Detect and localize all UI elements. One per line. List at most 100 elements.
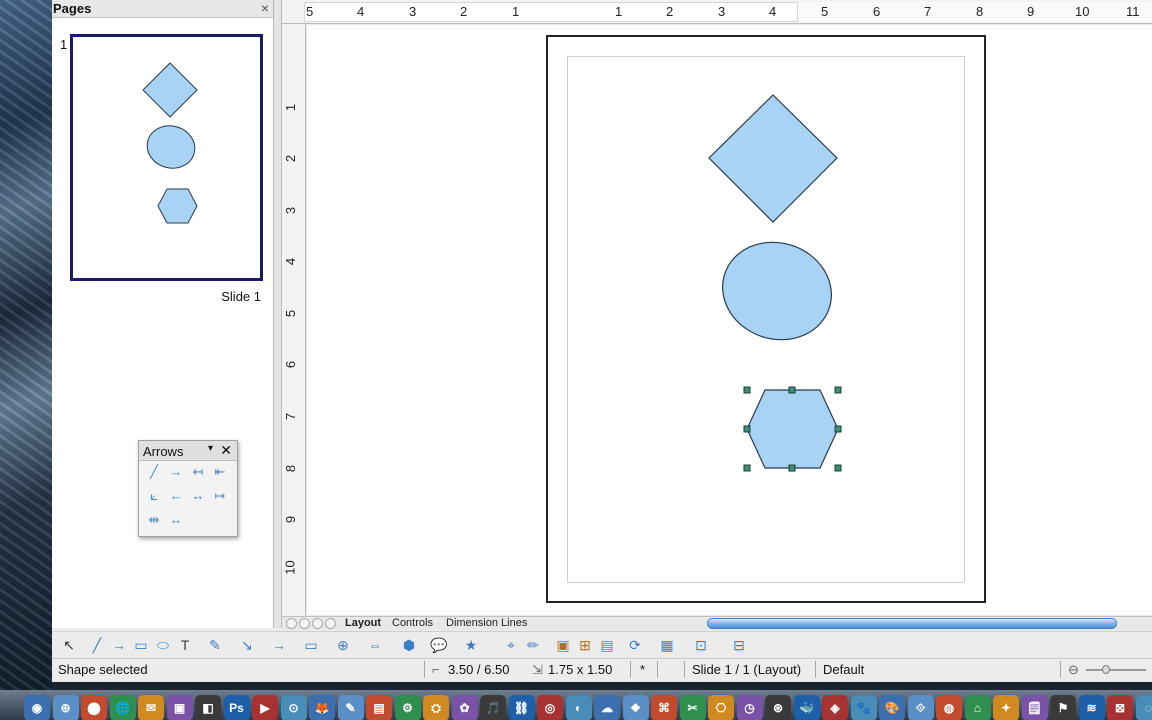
dock-app-icon[interactable]: ▣ (166, 695, 193, 720)
callouts-icon[interactable]: 💬 (430, 636, 448, 654)
dock-app-icon[interactable]: 🦊 (309, 695, 335, 720)
line-starts-arrow-icon[interactable]: ⇤ (210, 463, 230, 481)
points-icon[interactable]: ⌖ (502, 636, 520, 654)
resize-handle[interactable] (743, 425, 751, 433)
dock-app-icon[interactable]: ⬤ (81, 695, 107, 720)
chevron-down-icon[interactable]: ▾ (208, 443, 213, 454)
basic-shapes-icon[interactable]: ▭ (302, 636, 320, 654)
ellipse-icon[interactable]: ⬭ (154, 636, 172, 654)
zoom-slider[interactable] (1086, 669, 1146, 671)
stars-icon[interactable]: ★ (462, 636, 480, 654)
select-icon[interactable]: ↖ (60, 636, 78, 654)
dock-app-icon[interactable]: ◧ (195, 695, 221, 720)
zoom-slider-thumb[interactable] (1102, 665, 1110, 674)
dock-app-icon[interactable]: ❖ (622, 695, 649, 720)
line-ends-circle-icon[interactable]: ↦ (210, 487, 230, 505)
resize-handle[interactable] (834, 425, 842, 433)
status-modified[interactable]: * (640, 662, 645, 677)
dock-app-icon[interactable]: ✦ (993, 695, 1019, 720)
dock-app-icon[interactable]: ◐ (565, 695, 592, 720)
dock-app-icon[interactable]: ⌘ (651, 695, 677, 720)
arrow-line-icon[interactable]: → (110, 636, 128, 654)
dock-app-icon[interactable]: ◌ (1135, 695, 1152, 720)
slide-thumbnail[interactable] (70, 34, 263, 281)
resize-handle[interactable] (834, 464, 842, 472)
text-icon[interactable]: T (176, 636, 194, 654)
block-arrows-icon[interactable]: ⇔ (366, 636, 384, 654)
close-icon[interactable]: ✕ (220, 442, 232, 459)
arrows-toolbar-header[interactable]: Arrows ▾ ✕ (139, 441, 237, 461)
tab-controls[interactable]: Controls (392, 617, 433, 629)
tab-nav-last[interactable] (325, 618, 336, 629)
ellipse-shape[interactable] (710, 228, 844, 353)
dock-app-icon[interactable]: ◍ (936, 695, 962, 720)
dock-app-icon[interactable]: ≋ (1078, 695, 1105, 720)
panel-splitter[interactable] (274, 0, 282, 628)
dock-app-icon[interactable]: ⊙ (280, 695, 307, 720)
resize-handle[interactable] (743, 464, 751, 472)
dock-app-icon[interactable]: ⎔ (708, 695, 734, 720)
horizontal-ruler[interactable]: 5 4 3 2 1 1 2 3 4 5 6 7 8 9 10 11 (282, 0, 1152, 24)
vertical-ruler[interactable]: 1 2 3 4 5 6 7 8 9 10 (282, 24, 306, 616)
dock-app-icon[interactable]: ⟐ (907, 695, 934, 720)
curve-icon[interactable]: ✎ (206, 636, 224, 654)
connector-icon[interactable]: ↘ (238, 636, 256, 654)
tab-layout[interactable]: Layout (345, 617, 381, 629)
dock-app-icon[interactable]: ⛓ (508, 695, 535, 720)
tab-dimension-lines[interactable]: Dimension Lines (446, 617, 527, 629)
arrange-icon[interactable]: ⊡ (692, 636, 710, 654)
horizontal-scrollbar[interactable] (707, 618, 1117, 629)
gallery-icon[interactable]: ▤ (598, 636, 616, 654)
resize-handle[interactable] (788, 386, 796, 394)
dock-app-icon[interactable]: ◈ (822, 695, 848, 720)
dock-app-icon[interactable]: ✿ (451, 695, 478, 720)
glue-points-icon[interactable]: ✏ (524, 636, 542, 654)
dock-app-icon[interactable]: ▤ (366, 695, 392, 720)
dock-app-icon[interactable]: 🎵 (480, 695, 506, 720)
dock-app-icon[interactable]: ⊛ (765, 695, 791, 720)
close-icon[interactable]: × (261, 0, 269, 16)
fontwork-icon[interactable]: ▣ (554, 636, 572, 654)
resize-handle[interactable] (788, 464, 796, 472)
tab-nav-prev[interactable] (299, 618, 310, 629)
arrows-toolbar[interactable]: Arrows ▾ ✕ ╱ → ↤ ⇤ ⟀ ← ↔ ↦ ⇹ ↔ (138, 440, 238, 537)
line-starts-circle-icon[interactable]: ↤ (188, 463, 208, 481)
dock-app-icon[interactable]: ⊕ (52, 695, 79, 720)
dock-app-icon[interactable]: Ps (223, 695, 250, 720)
diamond-shape[interactable] (708, 94, 838, 223)
dock-app-icon[interactable]: ✎ (337, 695, 364, 720)
slide-canvas[interactable] (307, 25, 1152, 615)
dock-app-icon[interactable]: ⚑ (1050, 695, 1076, 720)
dock-app-icon[interactable]: ⚙ (394, 695, 421, 720)
line-starts-arrow-left-icon[interactable]: ← (166, 487, 186, 505)
alignment-icon[interactable]: ▦ (658, 636, 676, 654)
rotate-icon[interactable]: ⟳ (626, 636, 644, 654)
resize-handle[interactable] (834, 386, 842, 394)
zoom-out-icon[interactable]: ⊖ (1068, 662, 1079, 678)
dock-app-icon[interactable]: ◎ (537, 695, 563, 720)
symbol-shapes-icon[interactable]: ⊕ (334, 636, 352, 654)
lines-arrows-icon[interactable]: → (270, 636, 288, 654)
line-double-arrow-icon[interactable]: ↔ (188, 487, 208, 505)
slide-page[interactable] (546, 35, 986, 603)
rectangle-icon[interactable]: ▭ (132, 636, 150, 654)
dock-app-icon[interactable]: ✉ (138, 695, 164, 720)
dimension-angle-icon[interactable]: ⟀ (144, 487, 164, 505)
dock-app-icon[interactable]: 🗒 (1021, 695, 1048, 720)
dock-app-icon[interactable]: ▶ (252, 695, 278, 720)
dock-app-icon[interactable]: ✂ (679, 695, 706, 720)
dock-app-icon[interactable]: 🐾 (850, 695, 877, 720)
resize-handle[interactable] (743, 386, 751, 394)
dock-app-icon[interactable]: ◉ (24, 695, 50, 720)
flowchart-icon[interactable]: ⬢ (400, 636, 418, 654)
dock-app-icon[interactable]: ⊠ (1107, 695, 1133, 720)
dimension-line-icon[interactable]: ⇹ (144, 511, 164, 529)
line-icon[interactable]: ╱ (144, 463, 164, 481)
line-ends-arrow-icon[interactable]: → (166, 463, 186, 481)
hexagon-shape[interactable] (746, 389, 839, 469)
dock-app-icon[interactable]: 🐳 (793, 695, 820, 720)
dock-app-icon[interactable]: 🎨 (879, 695, 905, 720)
dock-app-icon[interactable]: 🌐 (109, 695, 136, 720)
dock-app-icon[interactable]: ⌂ (964, 695, 991, 720)
from-file-icon[interactable]: ⊞ (576, 636, 594, 654)
